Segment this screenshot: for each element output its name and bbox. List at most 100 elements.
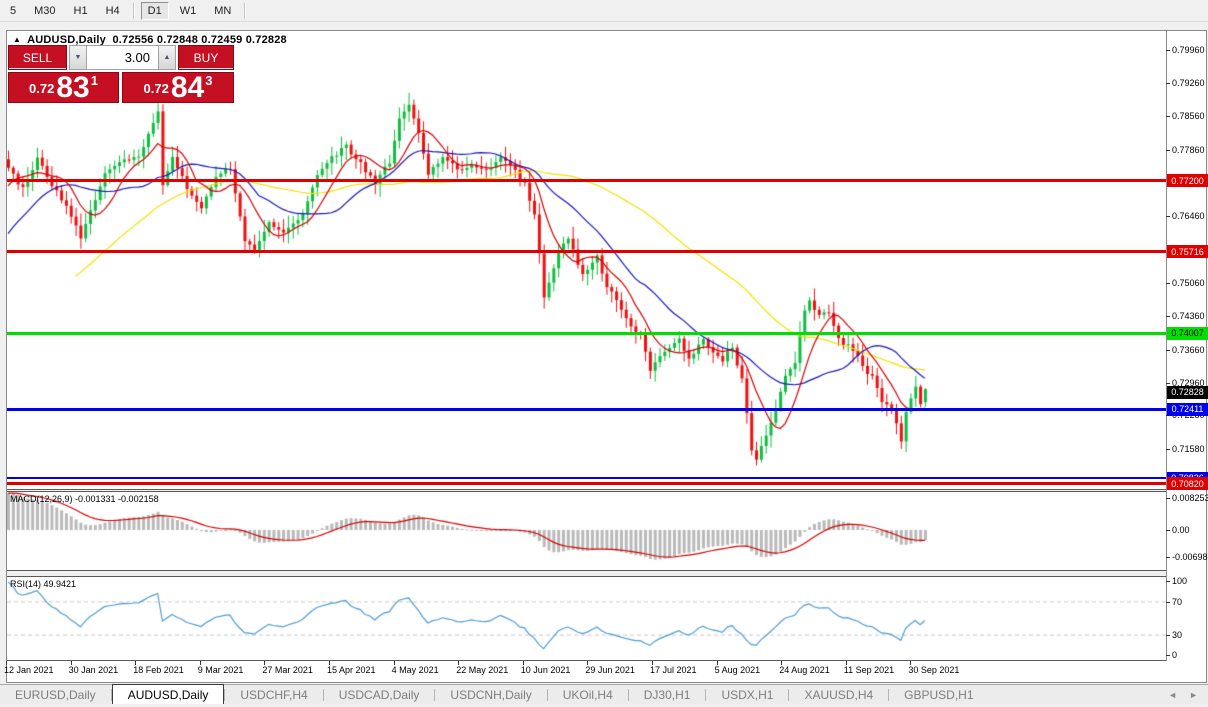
price-tick-mark: [1166, 316, 1170, 318]
tab-audusd-daily[interactable]: AUDUSD,Daily: [111, 684, 225, 704]
price-tick-label: 0.76460: [1172, 211, 1205, 222]
rsi-tick-mark: [1166, 581, 1170, 582]
macd-tick-label: 0.008253: [1172, 493, 1208, 503]
price-tick-mark: [1166, 216, 1170, 218]
price-tick-mark: [1166, 82, 1170, 84]
date-tick-label: 22 May 2021: [456, 665, 509, 675]
price-tick-mark: [1166, 149, 1170, 151]
date-tick-label: 29 Jun 2021: [585, 665, 635, 675]
price-level-badge: 0.74007: [1167, 326, 1208, 340]
rsi-tick-mark: [1166, 601, 1170, 603]
rsi-tick-label: 0: [1172, 650, 1178, 660]
price-tick-label: 0.77860: [1172, 144, 1205, 155]
price-tick-label: 0.79260: [1172, 77, 1205, 88]
date-tick-label: 30 Sep 2021: [908, 665, 960, 675]
one-click-trading-panel: SELL ▼ ▲ BUY 0.72 83 1 0.72 84 3: [8, 45, 234, 103]
rsi-tick-mark: [1166, 655, 1170, 656]
timeframe-button-h1[interactable]: H1: [67, 2, 95, 20]
tab-xauusd-h4[interactable]: XAUUSD,H4: [789, 686, 888, 704]
price-tick-mark: [1166, 382, 1170, 384]
volume-decrease-button[interactable]: ▼: [69, 45, 87, 70]
price-level-line[interactable]: [7, 477, 1166, 479]
date-tick-label: 30 Jan 2021: [68, 665, 119, 675]
tab-gbpusd-h1[interactable]: GBPUSD,H1: [889, 686, 988, 704]
timeframe-toolbar: 5 M30 H1 H4 D1 W1 MN: [0, 0, 1208, 22]
price-tick-label: 0.75060: [1172, 277, 1205, 288]
price-tick-mark: [1166, 49, 1170, 51]
buy-price-prefix: 0.72: [143, 81, 169, 96]
macd-tick-mark: [1166, 530, 1170, 531]
tab-usdchf-h4[interactable]: USDCHF,H4: [225, 686, 322, 704]
rsi-tick-label: 100: [1172, 576, 1188, 586]
tab-usdx-h1[interactable]: USDX,H1: [706, 686, 788, 704]
rsi-tick-label: 30: [1172, 630, 1183, 641]
tab-usdcad-daily[interactable]: USDCAD,Daily: [324, 686, 435, 704]
rsi-tick-label: 70: [1172, 596, 1183, 607]
tab-scroll-right-icon[interactable]: ►: [1189, 690, 1198, 700]
macd-indicator-canvas[interactable]: [7, 492, 1166, 570]
date-tick-label: 18 Feb 2021: [133, 665, 184, 675]
date-tick-label: 11 Sep 2021: [843, 665, 895, 675]
toolbar-separator: [244, 2, 247, 19]
price-level-badge: 0.70820: [1167, 477, 1208, 490]
date-tick-label: 27 Mar 2021: [262, 665, 313, 675]
sell-price-pip: 1: [90, 73, 98, 88]
timeframe-button-5[interactable]: 5: [3, 2, 23, 20]
price-tick-label: 0.74360: [1172, 311, 1205, 322]
tab-ukoil-h4[interactable]: UKOil,H4: [548, 686, 628, 704]
tab-dj30-h1[interactable]: DJ30,H1: [629, 686, 706, 704]
macd-tick-mark: [1166, 557, 1170, 559]
price-level-line[interactable]: [7, 250, 1166, 254]
price-tick-mark: [1166, 448, 1170, 450]
price-level-badge: 0.77200: [1167, 174, 1208, 188]
price-level-line[interactable]: [7, 179, 1166, 183]
date-tick-label: 10 Jun 2021: [520, 665, 571, 675]
collapse-icon[interactable]: ▲: [13, 35, 21, 44]
sell-price-box[interactable]: 0.72 83 1: [8, 72, 119, 103]
timeframe-button-h4[interactable]: H4: [99, 2, 127, 20]
date-tick-label: 15 Apr 2021: [327, 665, 376, 675]
chart-tab-bar: EURUSD,Daily AUDUSD,Daily USDCHF,H4 USDCAD,…: [0, 684, 1208, 704]
macd-tick-label: -0.006987: [1172, 552, 1208, 563]
date-tick-label: 17 Jul 2021: [650, 665, 697, 675]
buy-price-box[interactable]: 0.72 84 3: [122, 72, 234, 103]
sell-price-prefix: 0.72: [29, 81, 55, 96]
price-tick-mark: [1166, 282, 1170, 284]
sell-price-big: 83: [56, 71, 90, 104]
timeframe-button-d1[interactable]: D1: [140, 1, 169, 20]
rsi-tick-mark: [1166, 635, 1170, 637]
tab-scroll-left-icon[interactable]: ◄: [1168, 690, 1177, 700]
price-level-line[interactable]: [7, 331, 1166, 335]
date-tick-label: 9 Mar 2021: [197, 665, 244, 675]
macd-pane-top-border: [7, 491, 1166, 492]
price-tick-mark: [1166, 349, 1170, 351]
buy-button[interactable]: BUY: [178, 45, 234, 70]
buy-price-big: 84: [170, 71, 205, 104]
rsi-label: RSI(14) 49.9421: [10, 579, 77, 589]
price-level-line[interactable]: [7, 482, 1166, 485]
tab-eurusd-daily[interactable]: EURUSD,Daily: [0, 686, 111, 704]
macd-tick-label: 0.00: [1172, 525, 1190, 535]
volume-input[interactable]: [87, 45, 158, 70]
price-level-line[interactable]: [7, 407, 1166, 411]
tab-scroll-arrows: ◄ ►: [1168, 685, 1198, 704]
timeframe-button-mn[interactable]: MN: [207, 2, 238, 20]
price-tick-label: 0.73660: [1172, 344, 1205, 355]
date-tick-label: 24 Aug 2021: [779, 665, 830, 675]
macd-tick-mark: [1166, 498, 1170, 499]
rsi-indicator-canvas[interactable]: [7, 577, 1166, 660]
rsi-pane-top-border: [7, 576, 1166, 577]
chevron-up-icon: ▲: [163, 54, 171, 61]
toolbar-separator: [132, 2, 135, 19]
timeframe-button-w1[interactable]: W1: [173, 2, 204, 20]
timeframe-button-m30[interactable]: M30: [27, 2, 62, 20]
tab-usdcnh-daily[interactable]: USDCNH,Daily: [435, 686, 546, 704]
price-level-badge: 0.75716: [1167, 245, 1208, 259]
buy-price-pip: 3: [205, 73, 213, 88]
macd-label: MACD(12,26,9) -0.001331 -0.002158: [10, 494, 159, 504]
sell-button[interactable]: SELL: [8, 45, 67, 70]
price-tick-label: 0.71580: [1172, 443, 1205, 454]
price-level-badge: 0.72411: [1167, 402, 1208, 416]
price-tick-label: 0.78560: [1172, 111, 1205, 122]
volume-increase-button[interactable]: ▲: [158, 45, 176, 70]
